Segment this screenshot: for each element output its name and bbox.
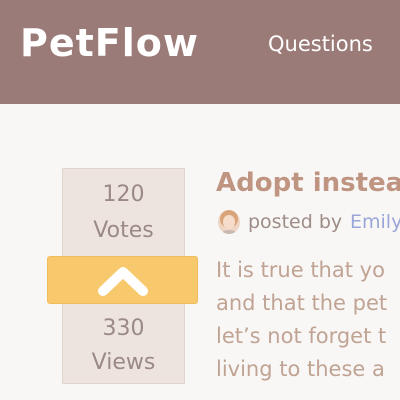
upvote-button[interactable] bbox=[47, 256, 198, 304]
posted-by-label: posted by bbox=[248, 211, 343, 233]
views-count: 330 bbox=[102, 316, 145, 341]
views-label: Views bbox=[91, 350, 156, 375]
top-navbar: PetFlow Questions bbox=[0, 0, 400, 104]
author-avatar bbox=[218, 210, 240, 234]
excerpt-line: let’s not forget t bbox=[216, 324, 387, 348]
post-title[interactable]: Adopt instea bbox=[216, 166, 400, 200]
excerpt-line: living to these a bbox=[216, 357, 385, 381]
app-logo[interactable]: PetFlow bbox=[20, 20, 199, 66]
author-link[interactable]: Emily bbox=[350, 210, 400, 234]
chevron-up-icon bbox=[98, 267, 148, 296]
votes-label: Votes bbox=[93, 218, 154, 243]
excerpt-line: and that the pet bbox=[216, 291, 388, 315]
nav-link-questions[interactable]: Questions bbox=[268, 30, 373, 58]
excerpt-line: It is true that yo bbox=[216, 258, 385, 282]
main-content: 120 Votes 330 Views Adopt instea posted … bbox=[0, 104, 400, 400]
votes-count: 120 bbox=[102, 182, 145, 207]
post-excerpt: It is true that yo and that the pet let’… bbox=[216, 254, 400, 386]
